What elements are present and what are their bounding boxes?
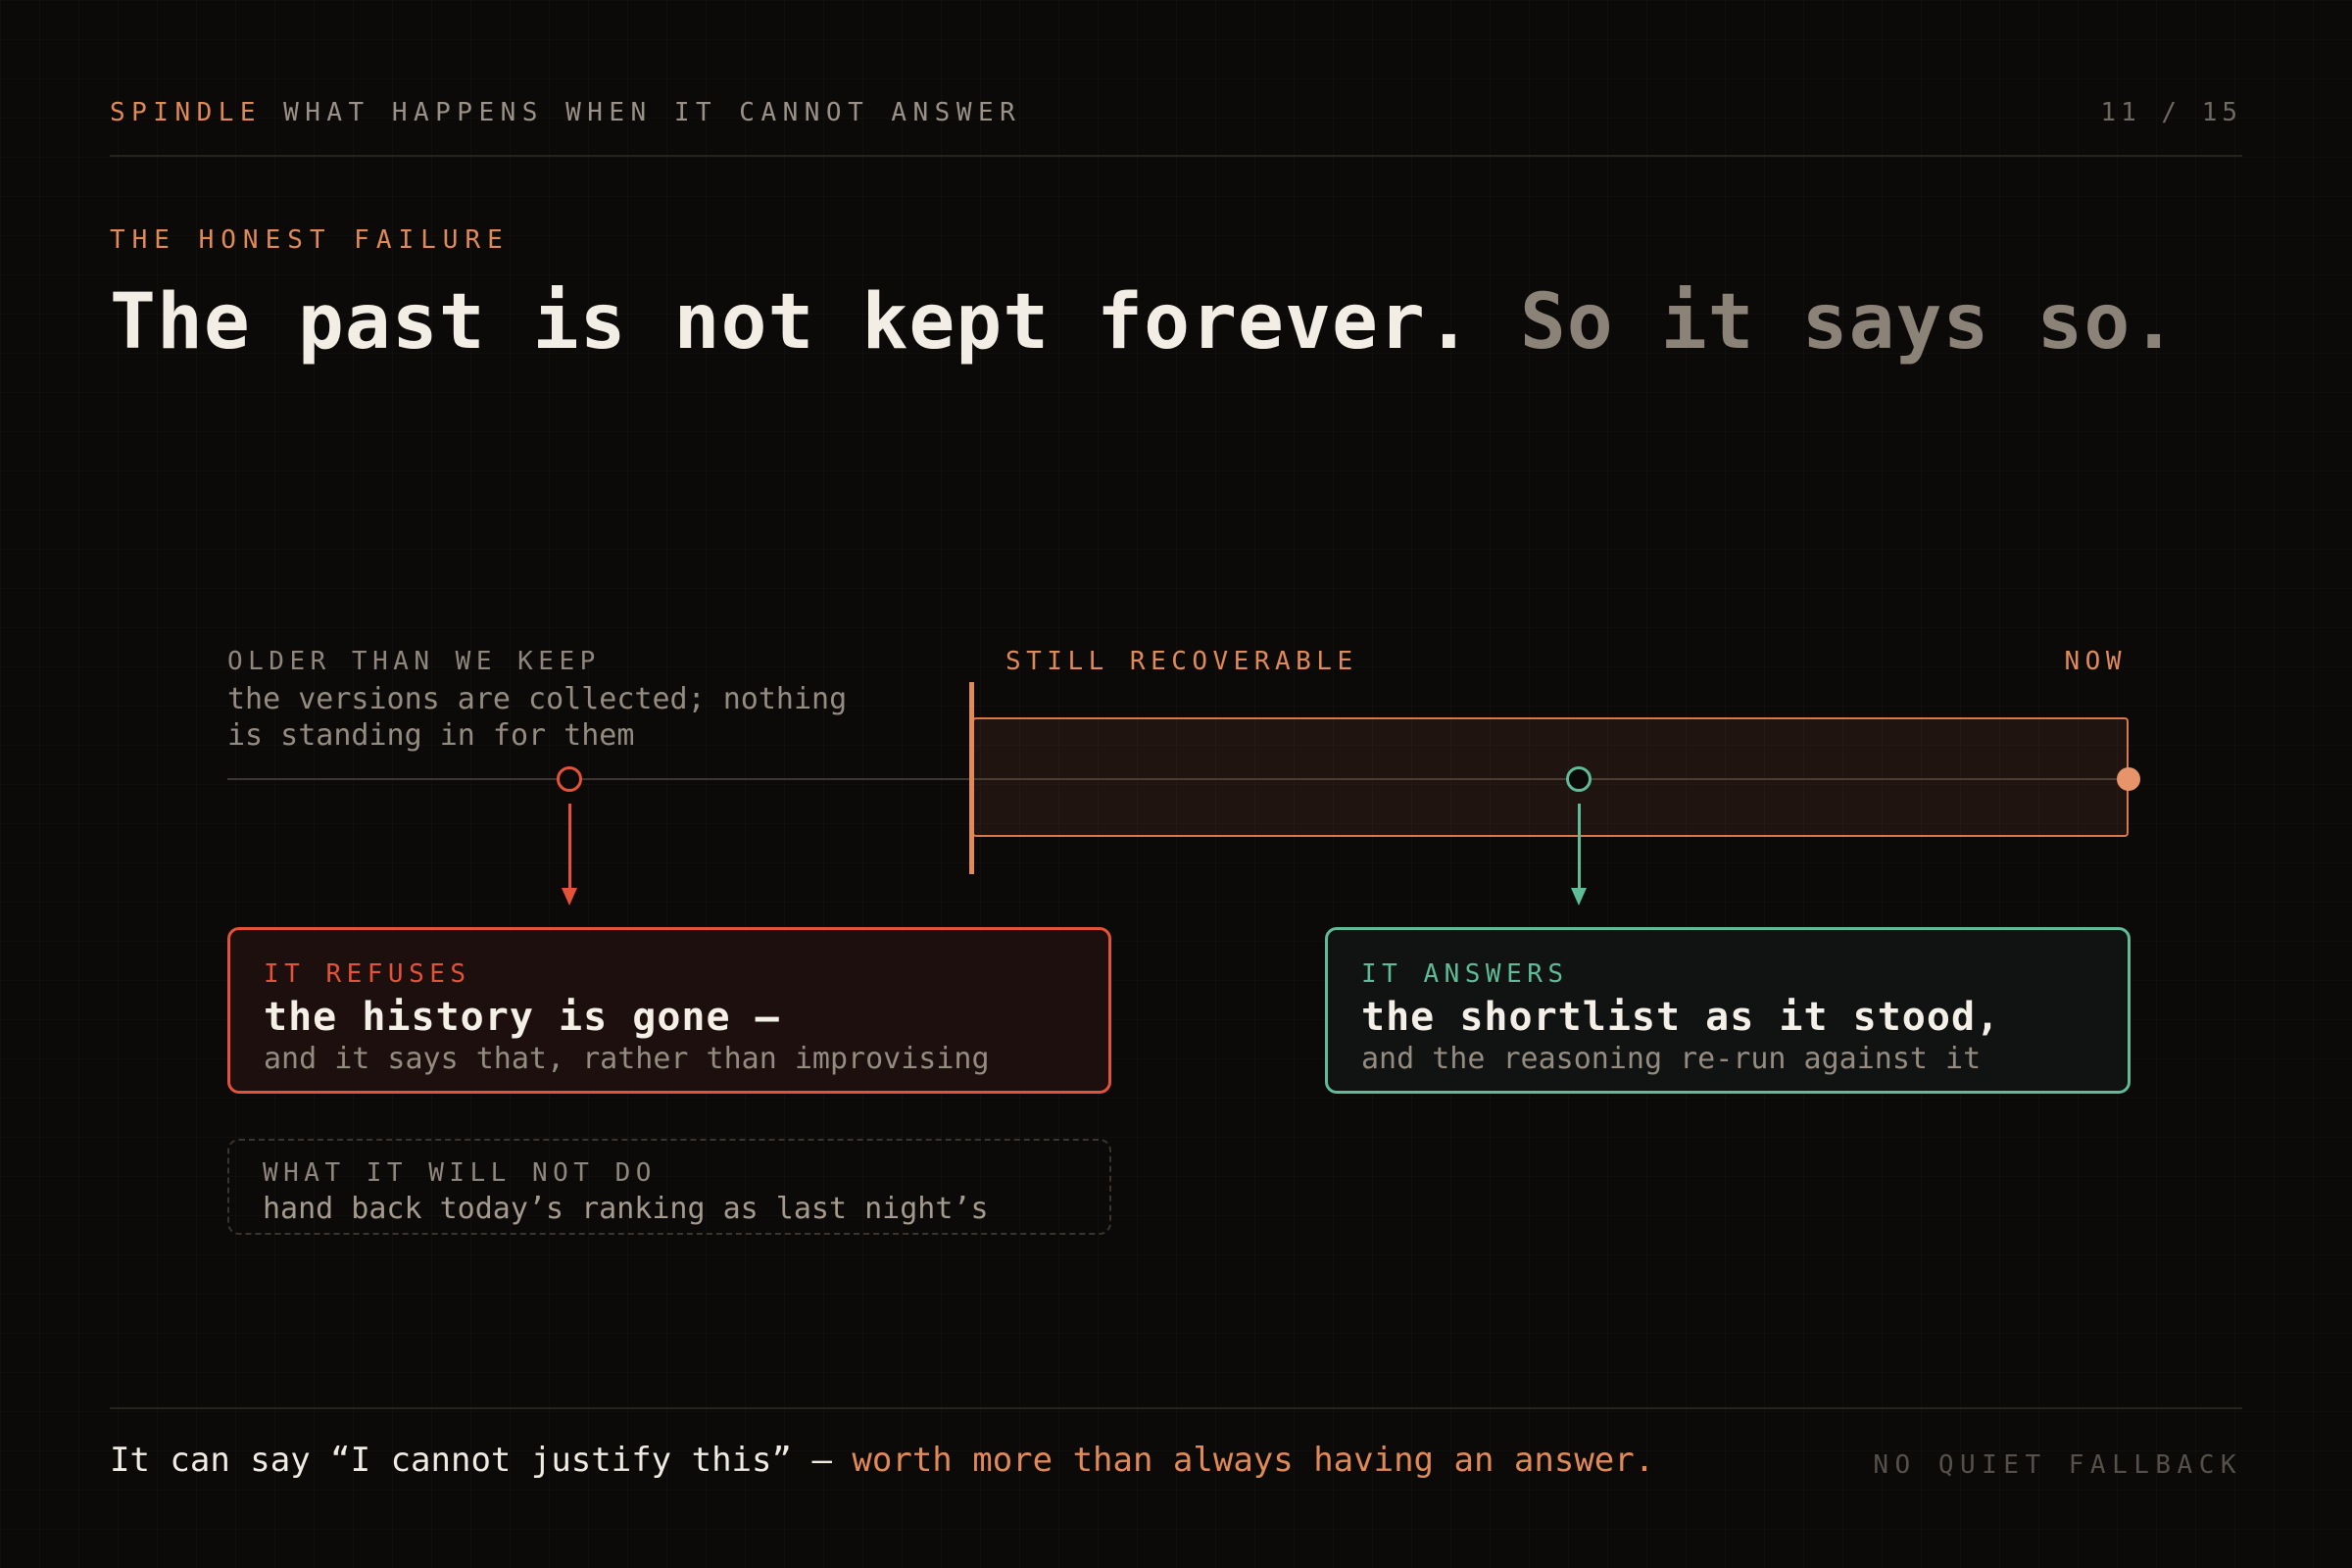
section-title: WHAT HAPPENS WHEN IT CANNOT ANSWER (283, 98, 1022, 127)
answer-card-title: the shortlist as it stood, (1361, 995, 2001, 1040)
refuse-card-tag: IT REFUSES (264, 959, 471, 989)
footer-note: NO QUIET FALLBACK (1873, 1450, 2242, 1480)
answer-arrow (1571, 804, 1587, 906)
footer-statement: It can say “I cannot justify this” — wor… (110, 1441, 1654, 1480)
recoverable-window (972, 717, 2129, 837)
answer-card-tag: IT ANSWERS (1361, 959, 1569, 989)
title-secondary: So it says so. (1519, 278, 2179, 367)
answer-card-subtitle: and the reasoning re-run against it (1361, 1042, 1982, 1076)
refuse-card: IT REFUSES the history is gone — and it … (227, 927, 1111, 1094)
footer-quote: It can say “I cannot justify this” — (110, 1441, 832, 1480)
footer-accent: worth more than always having an answer. (852, 1441, 1655, 1480)
will-not-do-body: hand back today’s ranking as last night’… (263, 1192, 989, 1226)
page-title: The past is not kept forever. So it says… (110, 278, 2178, 367)
refuse-card-title: the history is gone — (264, 995, 780, 1040)
slide-header: SPINDLE WHAT HAPPENS WHEN IT CANNOT ANSWE… (110, 98, 1021, 127)
header-divider (110, 155, 2242, 157)
will-not-do-card: WHAT IT WILL NOT DO hand back today’s ra… (227, 1139, 1111, 1235)
old-point-marker (557, 766, 582, 792)
now-point-marker (2117, 767, 2140, 791)
now-label: NOW (2064, 647, 2127, 676)
older-description-line: is standing in for them (227, 718, 635, 753)
refuse-arrow (562, 804, 577, 906)
recoverable-point-marker (1566, 766, 1592, 792)
page-indicator: 11 / 15 (2100, 98, 2242, 127)
will-not-do-tag: WHAT IT WILL NOT DO (263, 1158, 657, 1188)
refuse-card-subtitle: and it says that, rather than improvisin… (264, 1042, 990, 1076)
eyebrow-label: THE HONEST FAILURE (110, 225, 510, 255)
retention-cutoff-marker (969, 682, 974, 874)
brand-name: SPINDLE (110, 98, 263, 127)
older-label: OLDER THAN WE KEEP (227, 647, 601, 676)
older-description: the versions are collected; nothing is s… (227, 681, 933, 754)
recoverable-label: STILL RECOVERABLE (1005, 647, 1358, 676)
answer-card: IT ANSWERS the shortlist as it stood, an… (1325, 927, 2131, 1094)
older-description-line: the versions are collected; nothing (227, 682, 848, 716)
footer-divider (110, 1407, 2242, 1409)
title-primary: The past is not kept forever. (110, 278, 1473, 367)
